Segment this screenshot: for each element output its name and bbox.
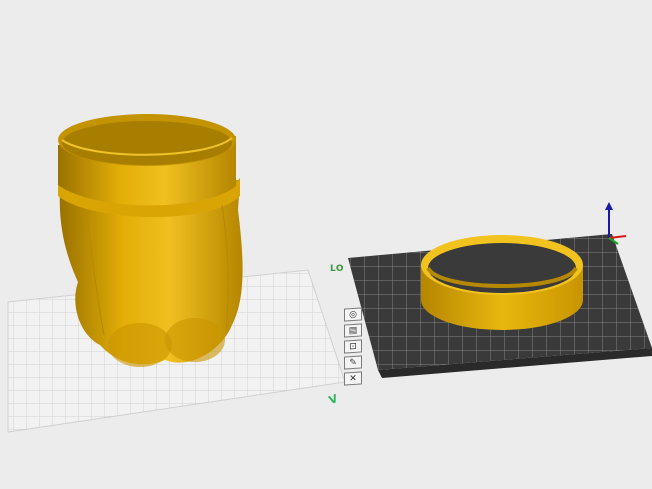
bed-label: LO [330,264,345,274]
axis-gizmo [605,202,627,245]
print-button[interactable]: ▤ [344,323,362,338]
ring-model[interactable] [421,235,583,330]
3d-viewport[interactable]: LO V ◎ ▤ ⊡ ✎ ✕ [0,0,652,489]
print-icon: ▤ [348,325,358,336]
view-button[interactable]: ◎ [344,307,362,322]
scene-canvas[interactable] [0,0,652,489]
view-icon: ◎ [349,309,357,320]
edit-icon: ✎ [349,357,357,368]
scale-button[interactable]: ⊡ [344,339,362,354]
bed-toolbar: ◎ ▤ ⊡ ✎ ✕ [344,307,362,386]
delete-button[interactable]: ✕ [344,371,362,386]
delete-icon: ✕ [349,373,357,384]
edit-button[interactable]: ✎ [344,355,362,370]
scale-icon: ⊡ [349,341,357,352]
vase-model[interactable] [58,114,243,367]
